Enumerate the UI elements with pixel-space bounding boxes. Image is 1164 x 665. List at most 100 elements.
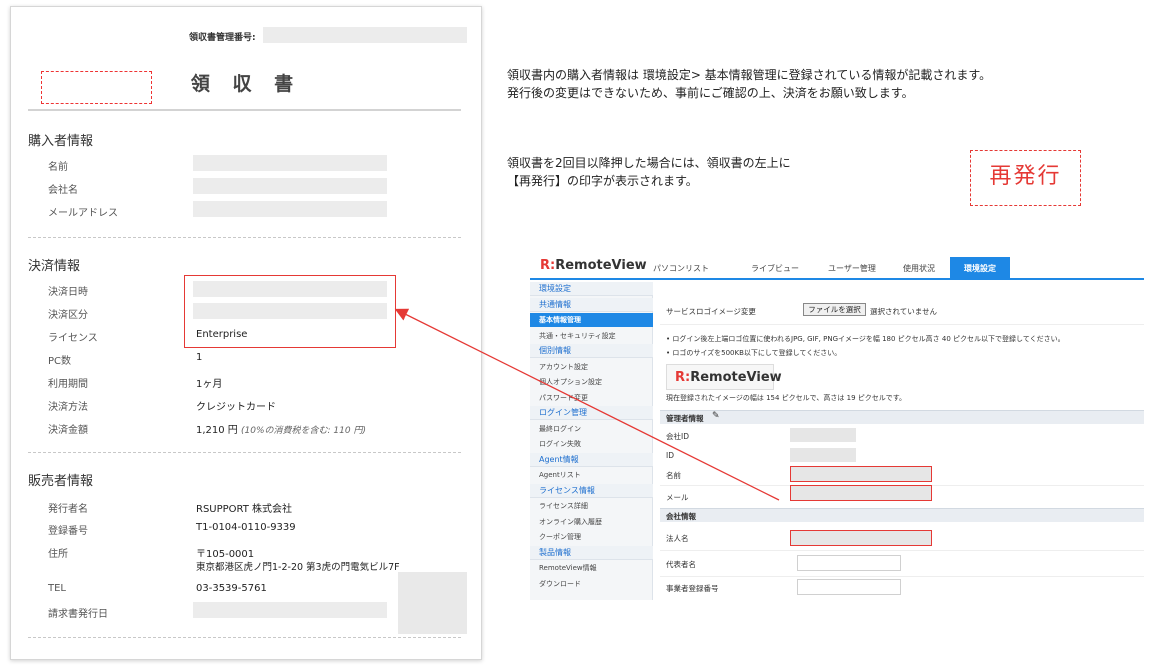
sidebar-item[interactable]: クーポン管理 [530, 530, 653, 544]
payment-heading: 決済情報 [28, 259, 81, 274]
sidebar-item[interactable]: ライセンス詳細 [530, 499, 653, 513]
buyer-name-label: 名前 [48, 162, 68, 173]
id-value [790, 448, 856, 462]
sidebar-item[interactable]: 共通・セキュリティ設定 [530, 329, 653, 343]
current-logo-size: 現在登録されたイメージの幅は 154 ピクセルで、高さは 19 ピクセルです。 [666, 394, 907, 402]
nav-live-view[interactable]: ライブビュー [751, 263, 799, 274]
sidebar-item[interactable]: ログイン失敗 [530, 437, 653, 451]
issuer-value: RSUPPORT 株式会社 [196, 504, 293, 515]
reissue-note: 領収書を2回目以降押した場合には、領収書の左上に 【再発行】の印字が表示されます… [507, 154, 791, 190]
amount-label: 決済金額 [48, 425, 88, 436]
biz-number-input[interactable] [797, 579, 901, 595]
sidebar-item[interactable]: Agentリスト [530, 468, 653, 482]
issuer-label: 発行者名 [48, 504, 88, 515]
preview-logo-text: RemoteView [690, 370, 782, 385]
divider [660, 550, 1144, 551]
amount-value: 1,210 円 (10%の消費税を含む: 110 円) [196, 421, 366, 436]
buyer-email-value [193, 201, 387, 217]
amount-main: 1,210 円 [196, 425, 238, 436]
id-label: ID [666, 451, 674, 460]
receipt-card: 領収書管理番号: 領 収 書 購入者情報 名前 会社名 メールアドレス 決済情報… [10, 6, 482, 660]
reissue-stamp: 再発行 [970, 150, 1081, 206]
divider [660, 324, 1144, 325]
section-divider [28, 237, 461, 238]
divider [660, 576, 1144, 577]
reg-number-label: 登録番号 [48, 526, 88, 537]
sidebar-item[interactable]: 個人オプション設定 [530, 375, 653, 389]
buyer-info-note-line2: 発行後の変更はできないため、事前にご確認の上、決済をお願い致します。 [507, 86, 914, 100]
buyer-info-note-line1: 領収書内の購入者情報は 環境設定> 基本情報管理に登録されている情報が記載されま… [507, 68, 992, 82]
sidebar-item[interactable]: 個別情報 [530, 344, 653, 358]
sidebar-item[interactable]: ダウンロード [530, 577, 653, 591]
period-value: 1ヶ月 [196, 379, 223, 390]
receipt-number-field [263, 27, 467, 43]
nav-user-management[interactable]: ユーザー管理 [828, 263, 876, 274]
nav-settings[interactable]: 環境設定 [950, 257, 1010, 278]
period-label: 利用期間 [48, 379, 88, 390]
remoteview-screenshot: R:RemoteView パソコンリスト ライブビュー ユーザー管理 使用状況 … [530, 254, 1144, 604]
sidebar-item[interactable]: アカウント設定 [530, 360, 653, 374]
representative-label: 代表者名 [666, 560, 696, 569]
sidebar-item[interactable]: パスワード変更 [530, 391, 653, 405]
amount-tax-note: (10%の消費税を含む: 110 円) [241, 426, 366, 436]
tel-label: TEL [48, 583, 66, 594]
pc-count-value: 1 [196, 352, 203, 363]
title-divider [28, 109, 461, 111]
receipt-title: 領 収 書 [190, 73, 302, 95]
file-status: 選択されていません [870, 307, 938, 316]
sidebar-item[interactable]: 最終ログイン [530, 422, 653, 436]
receipt-number-label: 領収書管理番号: [189, 33, 256, 43]
corp-name-field [790, 530, 932, 546]
seller-heading: 販売者情報 [28, 474, 94, 489]
method-value: クレジットカード [196, 402, 276, 413]
logo-setting-label: サービスロゴイメージ変更 [666, 307, 756, 316]
admin-name-field [790, 466, 932, 482]
logo-hint-2: • ロゴのサイズを500KB以下にして登録してください。 [666, 349, 842, 357]
nav-usage[interactable]: 使用状況 [903, 263, 935, 274]
representative-input[interactable] [797, 555, 901, 571]
remoteview-sidebar: 環境設定 共通情報 基本情報管理 共通・セキュリティ設定 個別情報アカウント設定 個人オプ… [530, 282, 653, 600]
reissue-note-line1: 領収書を2回目以降押した場合には、領収書の左上に [507, 156, 791, 170]
payment-type-label: 決済区分 [48, 310, 88, 321]
reissue-note-line2: 【再発行】の印字が表示されます。 [507, 174, 698, 188]
sidebar-item[interactable]: ログイン管理 [530, 406, 653, 420]
page: 領収書管理番号: 領 収 書 購入者情報 名前 会社名 メールアドレス 決済情報… [0, 0, 1164, 665]
admin-info-heading: 管理者情報 [666, 414, 704, 423]
remoteview-logo-text: RemoteView [555, 258, 647, 273]
payment-date-label: 決済日時 [48, 287, 88, 298]
company-seal [398, 572, 467, 634]
sidebar-item[interactable]: RemoteView情報 [530, 561, 653, 575]
buyer-info-note: 領収書内の購入者情報は 環境設定> 基本情報管理に登録されている情報が記載されま… [507, 66, 991, 102]
issue-date-value [193, 602, 387, 618]
address-label: 住所 [48, 549, 68, 560]
admin-name-label: 名前 [666, 471, 681, 480]
license-label: ライセンス [48, 333, 98, 344]
current-logo-preview: R:RemoteView [666, 364, 782, 390]
sidebar-item[interactable]: 環境設定 [530, 282, 653, 296]
edit-pencil-icon[interactable]: ✎ [712, 411, 720, 421]
address-street: 東京都港区虎ノ門1-2-20 第3虎の門電気ビル7F [196, 562, 400, 573]
sidebar-item[interactable]: 共通情報 [530, 297, 653, 312]
nav-pc-list[interactable]: パソコンリスト [653, 263, 709, 274]
company-info-heading: 会社情報 [666, 512, 696, 521]
buyer-company-value [193, 178, 387, 194]
company-info-band: 会社情報 [660, 508, 1144, 522]
remoteview-logo[interactable]: R:RemoteView [540, 258, 647, 273]
corp-name-label: 法人名 [666, 534, 689, 543]
method-label: 決済方法 [48, 402, 88, 413]
logo-hint-1: • ログイン後左上端ロゴ位置に使われるJPG, GIF, PNGイメージを幅 1… [666, 335, 1065, 343]
remoteview-topbar: R:RemoteView パソコンリスト ライブビュー ユーザー管理 使用状況 … [530, 254, 1144, 280]
tel-value: 03-3539-5761 [196, 583, 267, 594]
sidebar-item[interactable]: オンライン購入履歴 [530, 515, 653, 529]
sidebar-item[interactable]: 製品情報 [530, 545, 653, 560]
admin-mail-field [790, 485, 932, 501]
sidebar-item[interactable]: ライセンス情報 [530, 483, 653, 498]
sidebar-item[interactable]: 基本情報管理 [530, 313, 653, 327]
buyer-name-value [193, 155, 387, 171]
section-divider [28, 452, 461, 453]
company-id-value [790, 428, 856, 442]
buyer-heading: 購入者情報 [28, 134, 94, 149]
sidebar-item[interactable]: Agent情報 [530, 452, 653, 467]
file-select-button[interactable]: ファイルを選択 [803, 303, 866, 316]
issue-date-label: 請求書発行日 [48, 609, 108, 620]
